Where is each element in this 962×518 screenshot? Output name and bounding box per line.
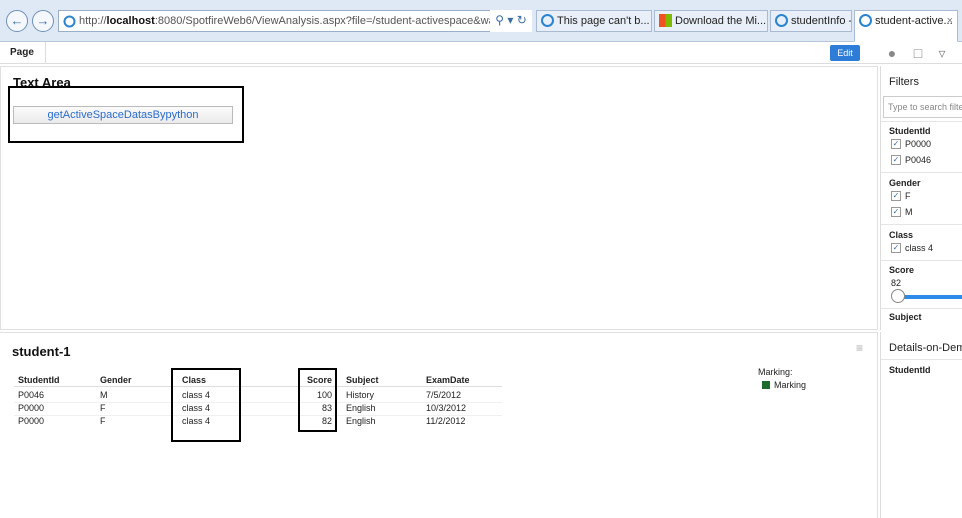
row-divider (14, 402, 502, 403)
bookmark-icon[interactable]: □ (910, 45, 926, 61)
menu-icon[interactable]: ≡ (856, 341, 863, 355)
table-panel: student-1 ≡ StudentId Gender Class Score… (0, 332, 878, 518)
divider (881, 224, 962, 225)
back-icon[interactable]: ← (6, 10, 28, 32)
filter-group-subject[interactable]: Subject (889, 312, 922, 322)
cell-gender: F (100, 416, 106, 426)
column-header: StudentId (889, 365, 931, 375)
cell-examdate: 11/2/2012 (426, 416, 466, 426)
forward-icon[interactable]: → (32, 10, 54, 32)
check-icon: ✓ (891, 155, 901, 165)
check-icon: ✓ (891, 191, 901, 201)
url-rest: :8080/SpotfireWeb6/ViewAnalysis.aspx?fil… (154, 15, 532, 27)
divider (881, 359, 962, 360)
url-prefix: http:// (79, 15, 107, 27)
filter-group-score[interactable]: Score (889, 265, 914, 275)
filter-group-gender[interactable]: Gender (889, 178, 921, 188)
divider (881, 172, 962, 173)
user-icon[interactable]: ● (884, 45, 900, 61)
cell-studentid: P0000 (18, 403, 45, 413)
panel-title: student-1 (12, 344, 71, 359)
tab-studentinfo[interactable]: studentInfo - TIB... (770, 10, 852, 32)
filter-checkbox-p0000[interactable]: ✓ P0000 (891, 139, 931, 150)
tab-label: student-active... (875, 15, 953, 27)
filter-checkbox-p0046[interactable]: ✓ P0046 (891, 155, 931, 166)
header-divider (14, 386, 502, 387)
tab-student-active[interactable]: student-active... × (854, 10, 958, 42)
column-header[interactable]: StudentId (18, 375, 60, 386)
marking-item-label: Marking (774, 380, 807, 390)
check-icon: ✓ (891, 207, 901, 217)
cell-examdate: 7/5/2012 (426, 390, 462, 400)
check-icon: ✓ (891, 243, 901, 253)
filter-search-input[interactable]: Type to search filte (883, 96, 962, 118)
filter-checkbox-class-4[interactable]: ✓ class 4 (891, 243, 933, 254)
spotfire-toolbar: Page Edit ● □ ▿ (0, 42, 962, 64)
column-header[interactable]: ExamDate (426, 375, 470, 386)
tab-label: Download the Mi... (675, 15, 767, 27)
microsoft-icon (659, 14, 672, 27)
cell-studentid: P0046 (18, 390, 45, 400)
browser-chrome: ← → http://localhost:8080/SpotfireWeb6/V… (0, 0, 962, 42)
ie-icon (859, 14, 872, 27)
panel-title: Details-on-Dema (889, 342, 962, 354)
cell-subject: English (346, 416, 376, 426)
tab-download[interactable]: Download the Mi... (654, 10, 768, 32)
filter-item-label: P0046 (905, 155, 932, 165)
cell-studentid: P0000 (18, 416, 45, 426)
class-column-highlight (171, 368, 241, 442)
page-tab[interactable]: Page (0, 42, 46, 64)
filter-item-label: P0000 (905, 139, 932, 149)
row-divider (14, 415, 502, 416)
get-active-space-button[interactable]: getActiveSpaceDatasBypython (13, 106, 233, 124)
cell-examdate: 10/3/2012 (426, 403, 467, 413)
divider (881, 121, 962, 122)
divider (881, 260, 962, 261)
cell-gender: M (100, 390, 108, 400)
divider (881, 308, 962, 309)
marking-label: Marking: (758, 367, 793, 377)
marking-legend-item[interactable]: Marking (762, 380, 806, 390)
tab-page-cant-be[interactable]: This page can't b... (536, 10, 652, 32)
close-icon[interactable]: × (947, 11, 953, 31)
filter-item-label: F (905, 191, 911, 201)
details-on-demand-panel: Details-on-Dema StudentId (880, 332, 962, 518)
score-column-highlight (298, 368, 337, 432)
text-area-panel: Text Area getActiveSpaceDatasBypython (0, 66, 878, 330)
address-bar[interactable]: http://localhost:8080/SpotfireWeb6/ViewA… (58, 10, 532, 32)
tab-label: This page can't b... (557, 15, 650, 27)
filter-checkbox-m[interactable]: ✓ M (891, 207, 913, 218)
filter-icon[interactable]: ▿ (934, 45, 950, 61)
score-slider-handle[interactable] (891, 289, 905, 303)
filter-item-label: M (905, 207, 913, 217)
ie-icon (775, 14, 788, 27)
ie-icon (63, 15, 76, 28)
score-value: 82 (891, 278, 902, 288)
ie-icon (541, 14, 554, 27)
edit-button[interactable]: Edit (830, 45, 860, 61)
column-header[interactable]: Gender (100, 375, 132, 386)
filters-title: Filters (889, 76, 919, 88)
tab-label: studentInfo - TIB... (791, 15, 852, 27)
filters-panel: Filters Type to search filte StudentId ✓… (880, 66, 962, 330)
search-refresh-icons[interactable]: ⚲ ▾ ↻ (490, 10, 532, 32)
cell-subject: History (346, 390, 375, 400)
filter-checkbox-f[interactable]: ✓ F (891, 191, 911, 202)
filter-group-studentid[interactable]: StudentId (889, 126, 931, 136)
marking-swatch (762, 381, 770, 389)
url-host: localhost (106, 15, 155, 27)
cell-gender: F (100, 403, 106, 413)
score-slider-track[interactable] (901, 295, 962, 299)
cell-subject: English (346, 403, 376, 413)
filter-group-class[interactable]: Class (889, 230, 913, 240)
filter-item-label: class 4 (905, 243, 934, 253)
column-header[interactable]: Subject (346, 375, 379, 386)
check-icon: ✓ (891, 139, 901, 149)
